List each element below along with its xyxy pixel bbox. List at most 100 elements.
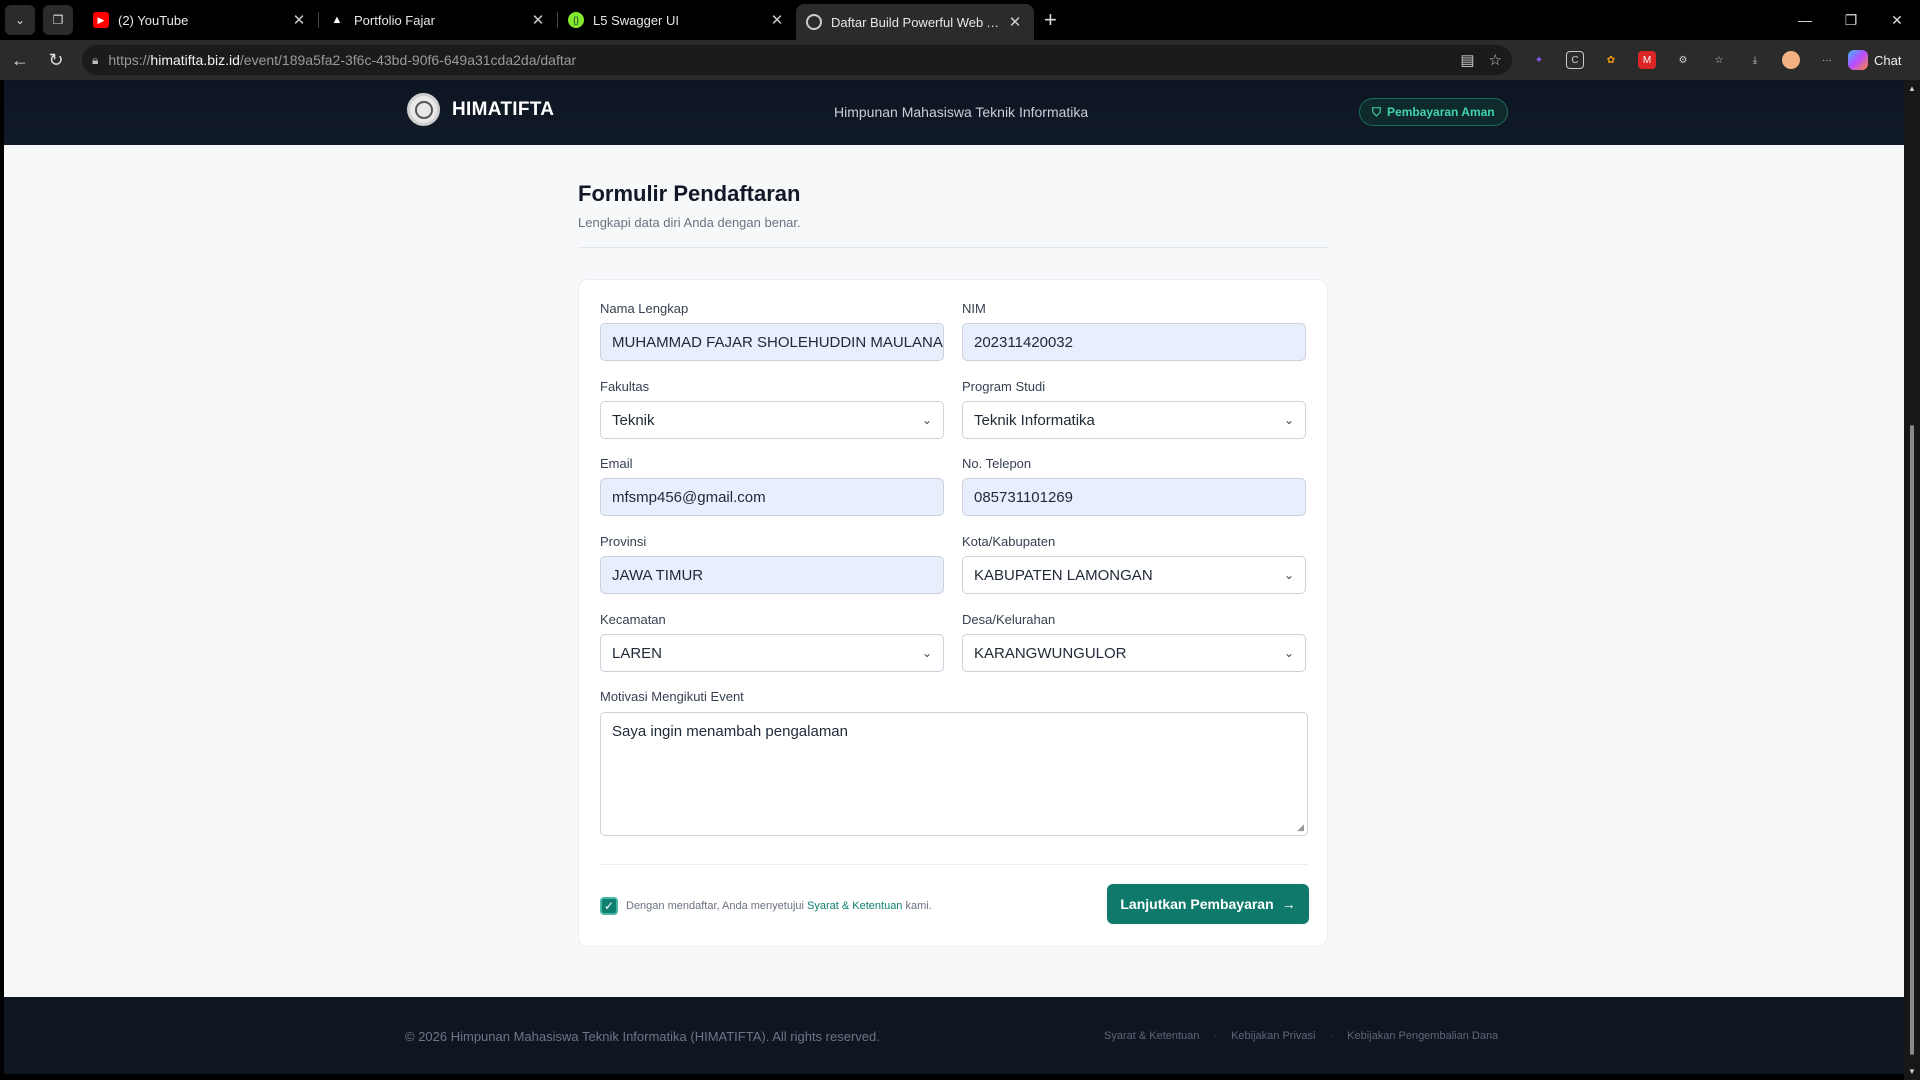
scroll-up-icon[interactable]: ▲: [1908, 84, 1916, 93]
favorite-star-icon[interactable]: ☆: [1489, 51, 1502, 69]
chevron-down-icon: ⌄: [921, 646, 932, 660]
field-label: No. Telepon: [962, 456, 1032, 471]
tab-swagger[interactable]: {} L5 Swagger UI ✕: [558, 0, 796, 40]
back-arrow-icon[interactable]: ←: [2, 44, 38, 76]
field-kota: Kota/Kabupaten KABUPATEN LAMONGAN ⌄: [962, 534, 1306, 594]
telepon-input[interactable]: 085731101269: [962, 478, 1306, 516]
arrow-right-icon: →: [1281, 896, 1296, 912]
tab-portfolio[interactable]: ▲ Portfolio Fajar ✕: [319, 0, 557, 40]
brand-name: HIMATIFTA: [452, 98, 555, 120]
copilot-chat-button[interactable]: Chat: [1848, 50, 1901, 70]
triangle-icon: ▲: [331, 14, 343, 26]
extensions-puzzle-icon[interactable]: ⚙: [1674, 51, 1692, 69]
agree-text: Dengan mendaftar, Anda menyetujui: [626, 900, 804, 912]
nim-input[interactable]: 202311420032: [962, 323, 1306, 361]
brand[interactable]: HIMATIFTA: [407, 93, 554, 126]
downloads-icon[interactable]: ⤓: [1746, 51, 1764, 69]
scroll-down-icon[interactable]: ▼: [1908, 1067, 1916, 1076]
reading-view-icon[interactable]: ▤: [1460, 51, 1474, 69]
copyright-text: © 2026 Himpunan Mahasiswa Teknik Informa…: [405, 1029, 880, 1044]
field-label: Nama Lengkap: [600, 301, 689, 316]
tab-title: L5 Swagger UI: [593, 12, 679, 28]
registration-form-card: Nama Lengkap MUHAMMAD FAJAR SHOLEHUDDIN …: [578, 279, 1328, 947]
desa-kelurahan-select[interactable]: KARANGWUNGULOR ⌄: [962, 634, 1306, 672]
button-label: Lanjutkan Pembayaran: [1120, 896, 1274, 912]
url-domain: himatifta.biz.id: [150, 52, 240, 68]
page-viewport: HIMATIFTA Himpunan Mahasiswa Teknik Info…: [4, 80, 1904, 1074]
nama-lengkap-input[interactable]: MUHAMMAD FAJAR SHOLEHUDDIN MAULANA P: [600, 323, 944, 361]
url-scheme: https://: [108, 52, 151, 68]
field-label: Program Studi: [962, 379, 1046, 394]
shield-check-icon: ⛉: [1372, 104, 1382, 119]
field-fakultas: Fakultas Teknik ⌄: [600, 379, 944, 439]
site-header: HIMATIFTA Himpunan Mahasiswa Teknik Info…: [4, 80, 1904, 145]
extension-red-icon[interactable]: M: [1638, 51, 1656, 69]
field-motivasi: Motivasi Mengikuti Event: [600, 689, 744, 711]
program-studi-select[interactable]: Teknik Informatika ⌄: [962, 401, 1306, 439]
field-desa: Desa/Kelurahan KARANGWUNGULOR ⌄: [962, 612, 1306, 672]
footer-link-refund[interactable]: Kebijakan Pengembalian Dana: [1347, 1030, 1498, 1042]
kota-kabupaten-select[interactable]: KABUPATEN LAMONGAN ⌄: [962, 556, 1306, 594]
more-menu-icon[interactable]: ···: [1818, 51, 1836, 69]
provinsi-input[interactable]: JAWA TIMUR: [600, 556, 944, 594]
extension-frame-icon[interactable]: C: [1566, 51, 1584, 69]
browser-toolbar: ← ↻ 🔒︎ https://himatifta.biz.id/event/18…: [0, 40, 1920, 80]
chevron-down-icon: ⌄: [921, 413, 932, 427]
profile-avatar[interactable]: [1782, 51, 1800, 69]
page-title: Formulir Pendaftaran: [578, 181, 801, 206]
swagger-icon: {}: [568, 12, 584, 28]
footer-link-privacy[interactable]: Kebijakan Privasi: [1231, 1030, 1315, 1042]
select-value: LAREN: [612, 644, 663, 662]
close-tab-icon[interactable]: ✕: [290, 11, 308, 29]
page-scrollbar[interactable]: ▲ ▼: [1904, 80, 1920, 1080]
extension-cookie-icon[interactable]: ✿: [1602, 51, 1620, 69]
restore-icon[interactable]: ❐: [1828, 0, 1874, 40]
browser-tab-bar: ⌄ ❐ ▶ (2) YouTube ✕ ▲ Portfolio Fajar ✕ …: [0, 0, 1920, 40]
kecamatan-select[interactable]: LAREN ⌄: [600, 634, 944, 672]
favorites-list-icon[interactable]: ☆: [1710, 51, 1728, 69]
select-value: KABUPATEN LAMONGAN: [974, 566, 1153, 584]
field-nim: NIM 202311420032: [962, 301, 1306, 361]
select-value: Teknik: [612, 411, 655, 429]
close-tab-icon[interactable]: ✕: [1006, 13, 1024, 31]
field-label: Kecamatan: [600, 612, 666, 627]
chat-label: Chat: [1874, 52, 1902, 68]
footer-link-terms[interactable]: Syarat & Ketentuan: [1104, 1030, 1199, 1042]
lock-icon[interactable]: 🔒︎: [92, 53, 98, 68]
field-prodi: Program Studi Teknik Informatika ⌄: [962, 379, 1306, 439]
workspaces-icon[interactable]: ❐: [43, 5, 73, 35]
new-tab-icon[interactable]: +: [1044, 7, 1057, 33]
field-label: Desa/Kelurahan: [962, 612, 1056, 627]
scrollbar-thumb[interactable]: [1910, 425, 1914, 1055]
tab-daftar[interactable]: Daftar Build Powerful Web Apps w ✕: [796, 4, 1034, 40]
extension-sparkle-icon[interactable]: ✦: [1530, 51, 1548, 69]
textarea-value: Saya ingin menambah pengalaman: [612, 723, 848, 740]
tab-title: (2) YouTube: [118, 12, 189, 28]
field-provinsi: Provinsi JAWA TIMUR: [600, 534, 944, 594]
field-label: Email: [600, 456, 633, 471]
separator-dot: ·: [1329, 1030, 1334, 1042]
terms-agreement: ✓ Dengan mendaftar, Anda menyetujui Syar…: [600, 897, 932, 915]
resize-handle-icon[interactable]: ◢: [1297, 822, 1304, 833]
close-window-icon[interactable]: ✕: [1874, 0, 1920, 40]
close-tab-icon[interactable]: ✕: [768, 11, 786, 29]
fakultas-select[interactable]: Teknik ⌄: [600, 401, 944, 439]
tab-youtube[interactable]: ▶ (2) YouTube ✕: [83, 0, 318, 40]
field-telepon: No. Telepon 085731101269: [962, 456, 1306, 516]
window-controls: — ❐ ✕: [1782, 0, 1920, 40]
himatifta-logo: [407, 93, 440, 126]
tab-actions-menu-icon[interactable]: ⌄: [5, 5, 35, 35]
header-subtitle: Himpunan Mahasiswa Teknik Informatika: [834, 104, 1089, 120]
site-icon: [806, 14, 822, 30]
tab-title: Daftar Build Powerful Web Apps w: [831, 14, 1006, 30]
email-input[interactable]: mfsmp456@gmail.com: [600, 478, 944, 516]
continue-payment-button[interactable]: Lanjutkan Pembayaran →: [1107, 884, 1309, 924]
minimize-icon[interactable]: —: [1782, 0, 1828, 40]
motivasi-textarea[interactable]: Saya ingin menambah pengalaman ◢: [600, 712, 1308, 836]
close-tab-icon[interactable]: ✕: [529, 11, 547, 29]
address-bar[interactable]: 🔒︎ https://himatifta.biz.id/event/189a5f…: [82, 45, 1512, 75]
terms-checkbox[interactable]: ✓: [600, 897, 618, 915]
field-nama: Nama Lengkap MUHAMMAD FAJAR SHOLEHUDDIN …: [600, 301, 944, 361]
terms-link[interactable]: Syarat & Ketentuan: [807, 900, 902, 912]
reload-icon[interactable]: ↻: [38, 44, 74, 76]
